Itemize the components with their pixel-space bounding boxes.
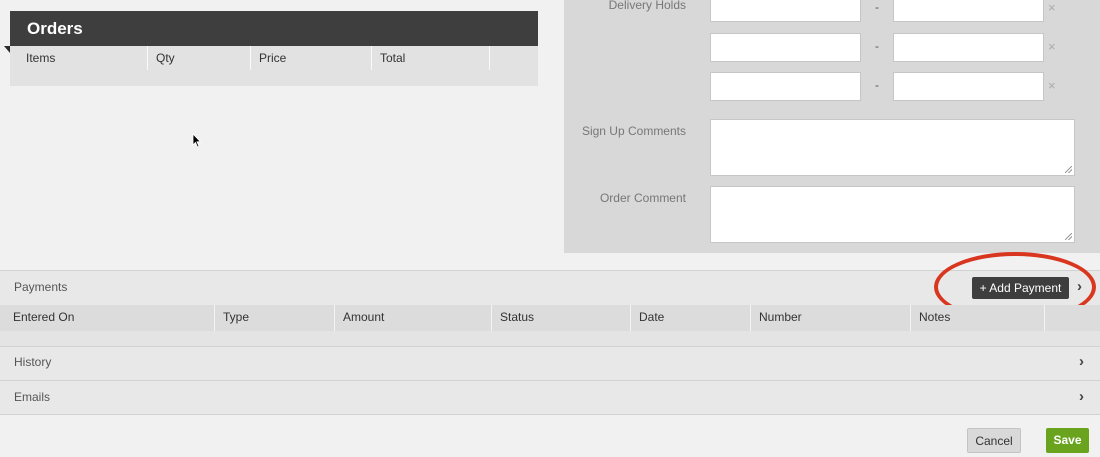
signup-comments-textarea[interactable] xyxy=(710,119,1075,176)
emails-chevron-icon[interactable]: › xyxy=(1079,388,1084,405)
delivery-hold-start-1[interactable] xyxy=(710,0,861,22)
delivery-hold-dash: - xyxy=(875,0,879,14)
order-comment-label: Order Comment xyxy=(599,191,686,205)
payments-col-number[interactable]: Number xyxy=(751,305,911,331)
delivery-hold-start-2[interactable] xyxy=(710,33,861,62)
delivery-hold-end-1[interactable] xyxy=(893,0,1044,22)
orders-title: Orders xyxy=(27,19,83,38)
orders-col-items[interactable]: Items xyxy=(10,46,148,70)
emails-section-header[interactable]: Emails › xyxy=(0,380,1100,415)
orders-col-total[interactable]: Total xyxy=(372,46,490,70)
delivery-holds-label: Delivery Holds xyxy=(608,0,686,12)
history-section-header[interactable]: History › xyxy=(0,346,1100,380)
remove-hold-3-icon[interactable]: × xyxy=(1048,78,1056,93)
emails-title: Emails xyxy=(14,390,51,404)
delivery-hold-dash: - xyxy=(875,39,879,53)
orders-col-qty[interactable]: Qty xyxy=(148,46,251,70)
delivery-hold-end-2[interactable] xyxy=(893,33,1044,62)
delivery-hold-end-3[interactable] xyxy=(893,72,1044,101)
orders-col-price[interactable]: Price xyxy=(251,46,372,70)
payments-col-entered-on[interactable]: Entered On xyxy=(0,305,215,331)
payments-column-headers: Entered On Type Amount Status Date Numbe… xyxy=(0,305,1100,331)
orders-column-headers: Items Qty Price Total xyxy=(10,46,538,70)
mouse-pointer-icon xyxy=(192,133,202,148)
payments-title: Payments xyxy=(14,280,68,294)
orders-table: Items Qty Price Total xyxy=(10,46,538,86)
delivery-hold-start-3[interactable] xyxy=(710,72,861,101)
order-comment-textarea[interactable] xyxy=(710,186,1075,243)
payments-col-type[interactable]: Type xyxy=(215,305,335,331)
history-title: History xyxy=(14,355,52,369)
cancel-button[interactable]: Cancel xyxy=(967,428,1021,453)
remove-hold-2-icon[interactable]: × xyxy=(1048,39,1056,54)
save-button[interactable]: Save xyxy=(1046,428,1089,453)
payments-col-status[interactable]: Status xyxy=(492,305,631,331)
payments-table-body xyxy=(0,331,1100,346)
payments-col-amount[interactable]: Amount xyxy=(335,305,492,331)
payments-col-date[interactable]: Date xyxy=(631,305,751,331)
signup-comments-label: Sign Up Comments xyxy=(581,124,686,138)
customer-form-panel: Delivery Holds - × - × - × Sign Up Comme… xyxy=(564,0,1100,253)
history-chevron-icon[interactable]: › xyxy=(1079,353,1084,370)
delivery-hold-dash: - xyxy=(875,78,879,92)
orders-header: Orders xyxy=(4,11,538,53)
payments-col-notes[interactable]: Notes xyxy=(911,305,1045,331)
remove-hold-1-icon[interactable]: × xyxy=(1048,0,1056,15)
